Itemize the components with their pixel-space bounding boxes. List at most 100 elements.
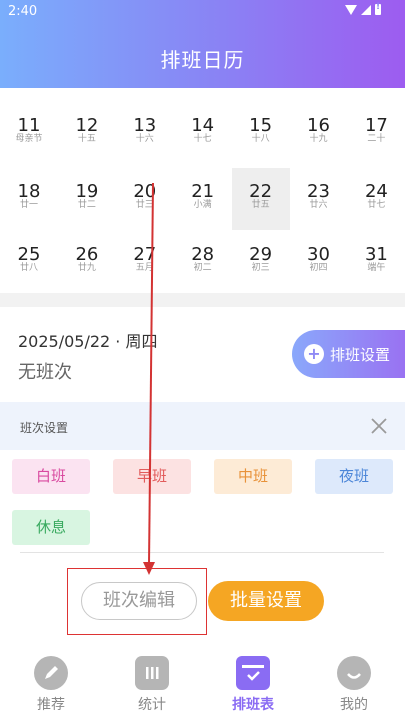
wifi-icon — [345, 4, 357, 15]
selected-date: 2025/05/22 · 周四 — [18, 332, 158, 351]
day-number: 13 — [133, 115, 157, 136]
day-number: 19 — [75, 181, 99, 202]
day-number: 11 — [17, 115, 41, 136]
day-number: 28 — [191, 244, 215, 265]
tab-mine[interactable]: 我的 — [314, 656, 394, 714]
day-lunar-label: 廿八 — [19, 263, 38, 273]
plus-icon: + — [304, 344, 324, 364]
day-lunar-label: 十八 — [251, 134, 270, 144]
day-lunar-label: 二十 — [367, 134, 386, 144]
battery-icon — [375, 2, 381, 15]
day-number: 31 — [364, 244, 388, 265]
tab-recommend[interactable]: 推荐 — [11, 656, 91, 714]
calendar-day[interactable]: 14 十七 — [174, 102, 232, 164]
day-lunar-label: 廿五 — [251, 200, 270, 210]
day-lunar-label: 小满 — [193, 200, 212, 210]
day-lunar-label: 廿三 — [135, 200, 154, 210]
day-number: 15 — [249, 115, 273, 136]
day-lunar-label: 廿七 — [367, 200, 386, 210]
day-number: 17 — [364, 115, 388, 136]
calendar-day[interactable]: 19 廿二 — [58, 168, 116, 230]
shift-panel-header: 班次设置 — [0, 402, 405, 450]
day-lunar-label: 端午 — [367, 263, 386, 273]
calendar-day[interactable]: 12 十五 — [58, 102, 116, 164]
day-lunar-label: 十六 — [135, 134, 154, 144]
day-number: 21 — [191, 181, 215, 202]
day-lunar-label: 初四 — [309, 263, 328, 273]
close-icon[interactable] — [369, 416, 389, 436]
day-lunar-label: 十九 — [309, 134, 328, 144]
shift-settings-button[interactable]: + 排班设置 — [292, 330, 405, 378]
divider — [20, 552, 384, 553]
day-lunar-label: 初三 — [251, 263, 270, 273]
calendar-day[interactable]: 17 二十 — [347, 102, 405, 164]
day-number: 20 — [133, 181, 157, 202]
day-number: 22 — [249, 181, 273, 202]
calendar-day[interactable]: 31 端午 — [347, 231, 405, 293]
calendar-day[interactable]: 24 廿七 — [347, 168, 405, 230]
day-lunar-label: 初二 — [193, 263, 212, 273]
shift-status: 无班次 — [18, 362, 72, 383]
calendar-day[interactable]: 13 十六 — [116, 102, 174, 164]
calendar-day[interactable]: 21 小满 — [174, 168, 232, 230]
day-number: 14 — [191, 115, 215, 136]
calendar-grid: 11 母亲节 12 十五 13 十六 14 十七 15 十八 16 十九 17 二十 18 廿一 19 廿二 20 廿… — [0, 88, 405, 293]
day-lunar-label: 十五 — [77, 134, 96, 144]
day-lunar-label: 五月 — [135, 263, 154, 273]
status-time: 2:40 — [8, 4, 38, 19]
shift-panel-title: 班次设置 — [20, 421, 69, 435]
shift-chip-middle[interactable]: 中班 — [214, 459, 292, 494]
day-number: 24 — [364, 181, 388, 202]
calendar-day[interactable]: 28 初二 — [174, 231, 232, 293]
calendar-day[interactable]: 25 廿八 — [0, 231, 58, 293]
calendar-day[interactable]: 27 五月 — [116, 231, 174, 293]
day-lunar-label: 廿一 — [19, 200, 38, 210]
calendar-day[interactable]: 16 十九 — [290, 102, 348, 164]
smile-icon — [337, 656, 371, 690]
shift-chip-night[interactable]: 夜班 — [315, 459, 393, 494]
calendar-day[interactable]: 29 初三 — [232, 231, 290, 293]
day-number: 23 — [307, 181, 330, 202]
tab-recommend-label: 推荐 — [37, 697, 65, 713]
status-icons — [345, 2, 381, 15]
day-lunar-label: 十七 — [193, 134, 212, 144]
day-number: 26 — [75, 244, 99, 265]
day-number: 12 — [75, 115, 99, 136]
tab-statistics[interactable]: 统计 — [112, 656, 192, 714]
tab-statistics-label: 统计 — [138, 697, 166, 713]
shift-chip-early[interactable]: 早班 — [113, 459, 191, 494]
calendar-day[interactable]: 11 母亲节 — [0, 102, 58, 164]
day-lunar-label: 廿六 — [309, 200, 328, 210]
shift-settings-label: 排班设置 — [330, 345, 391, 364]
day-number: 18 — [17, 181, 41, 202]
signal-icon — [361, 4, 371, 15]
calendar-day[interactable]: 18 廿一 — [0, 168, 58, 230]
shift-chip-day[interactable]: 白班 — [12, 459, 90, 494]
day-number: 25 — [17, 244, 41, 265]
chart-icon — [135, 656, 169, 690]
calendar-check-icon — [236, 656, 270, 690]
annotation-highlight-box — [67, 568, 207, 635]
day-number: 29 — [249, 244, 273, 265]
day-number: 30 — [307, 244, 330, 265]
section-gap — [0, 293, 405, 307]
shift-chip-rest[interactable]: 休息 — [12, 510, 90, 545]
tab-mine-label: 我的 — [340, 697, 368, 713]
calendar-day[interactable]: 22 廿五 — [231, 168, 290, 230]
tab-schedule[interactable]: 排班表 — [213, 656, 293, 714]
day-lunar-label: 母亲节 — [15, 134, 43, 144]
tab-schedule-label: 排班表 — [232, 697, 274, 713]
calendar-day[interactable]: 23 廿六 — [290, 168, 348, 230]
pen-icon — [34, 656, 68, 690]
batch-settings-button[interactable]: 批量设置 — [208, 581, 324, 621]
tab-bar: 推荐 统计 排班表 我的 — [0, 648, 405, 720]
calendar-day[interactable]: 15 十八 — [232, 102, 290, 164]
day-lunar-label: 廿九 — [77, 263, 96, 273]
day-number: 16 — [307, 115, 330, 136]
app-header: 2:40 排班日历 — [0, 0, 405, 88]
calendar-day[interactable]: 26 廿九 — [58, 231, 116, 293]
calendar-day[interactable]: 20 廿三 — [116, 168, 174, 230]
page-title: 排班日历 — [160, 48, 245, 72]
day-number: 27 — [133, 244, 157, 265]
calendar-day[interactable]: 30 初四 — [290, 231, 348, 293]
